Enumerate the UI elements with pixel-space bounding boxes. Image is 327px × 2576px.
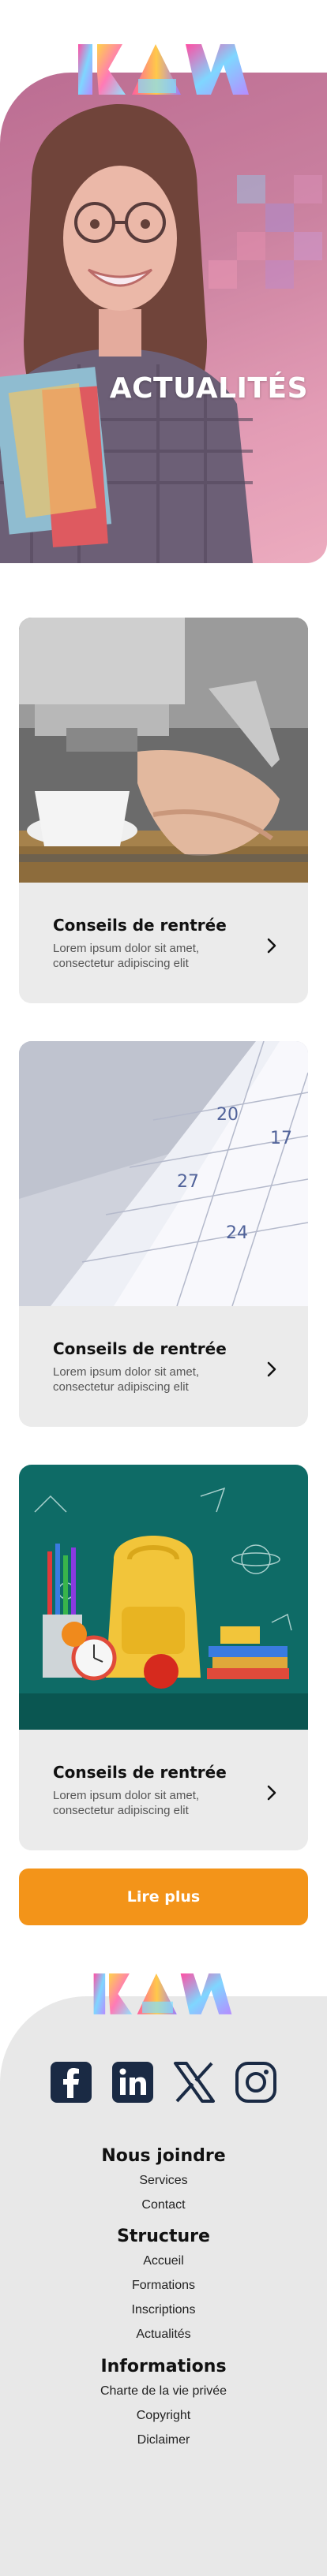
footer-link-formations[interactable]: Formations <box>0 2273 327 2298</box>
card-text: Lorem ipsum dolor sit amet, consectetur … <box>53 1365 200 1394</box>
hero-banner: ACTUALITÉS <box>0 73 327 563</box>
card-title: Conseils de rentrée <box>53 1339 227 1358</box>
hero-title: ACTUALITÉS <box>109 372 308 405</box>
facebook-icon[interactable] <box>48 2059 94 2105</box>
linkedin-icon[interactable] <box>110 2059 156 2105</box>
footer-link-privacy[interactable]: Charte de la vie privée <box>0 2379 327 2403</box>
footer-section-informations: Informations Charte de la vie privée Cop… <box>0 2355 327 2452</box>
read-more-button[interactable]: Lire plus <box>19 1869 308 1925</box>
footer-link-contact[interactable]: Contact <box>0 2193 327 2217</box>
card-text: Lorem ipsum dolor sit amet, consectetur … <box>53 1789 200 1817</box>
footer-section-contact: Nous joindre Services Contact <box>0 2145 327 2217</box>
card-title: Conseils de rentrée <box>53 916 227 935</box>
footer-link-inscriptions[interactable]: Inscriptions <box>0 2298 327 2322</box>
footer-link-accueil[interactable]: Accueil <box>0 2249 327 2273</box>
instagram-icon[interactable] <box>233 2059 279 2105</box>
card-body: Conseils de rentrée Lorem ipsum dolor si… <box>19 883 308 1003</box>
calendar-photo: 20 17 24 27 <box>19 1041 308 1306</box>
chevron-right-icon[interactable] <box>264 1783 280 1802</box>
x-icon[interactable] <box>171 2059 217 2105</box>
news-card[interactable]: Conseils de rentrée Lorem ipsum dolor si… <box>19 618 308 1003</box>
news-card[interactable]: 20 17 24 27 Conseils de rentrée Lorem ip… <box>19 1041 308 1427</box>
school-backpack-photo <box>19 1465 308 1730</box>
card-text: Lorem ipsum dolor sit amet, consectetur … <box>53 942 200 970</box>
hero-photo <box>0 73 327 563</box>
footer-section-structure: Structure Accueil Formations Inscription… <box>0 2225 327 2346</box>
footer-link-disclaimer[interactable]: Diclaimer <box>0 2428 327 2452</box>
footer-link-copyright[interactable]: Copyright <box>0 2403 327 2428</box>
footer-heading: Nous joindre <box>101 2146 226 2166</box>
ikam-logo[interactable] <box>77 41 250 98</box>
news-card[interactable]: Conseils de rentrée Lorem ipsum dolor si… <box>19 1465 308 1850</box>
card-title: Conseils de rentrée <box>53 1763 227 1782</box>
coffee-machine-photo <box>19 618 308 883</box>
footer-heading: Structure <box>117 2227 210 2246</box>
chevron-right-icon[interactable] <box>264 936 280 955</box>
social-links <box>0 2059 327 2105</box>
chevron-right-icon[interactable] <box>264 1360 280 1379</box>
card-body: Conseils de rentrée Lorem ipsum dolor si… <box>19 1306 308 1427</box>
card-body: Conseils de rentrée Lorem ipsum dolor si… <box>19 1730 308 1850</box>
ikam-logo[interactable] <box>92 1970 233 2018</box>
footer-link-actualites[interactable]: Actualités <box>0 2322 327 2346</box>
site-footer: Nous joindre Services Contact Structure … <box>0 1996 327 2576</box>
footer-heading: Informations <box>100 2357 227 2376</box>
footer-link-services[interactable]: Services <box>0 2168 327 2193</box>
